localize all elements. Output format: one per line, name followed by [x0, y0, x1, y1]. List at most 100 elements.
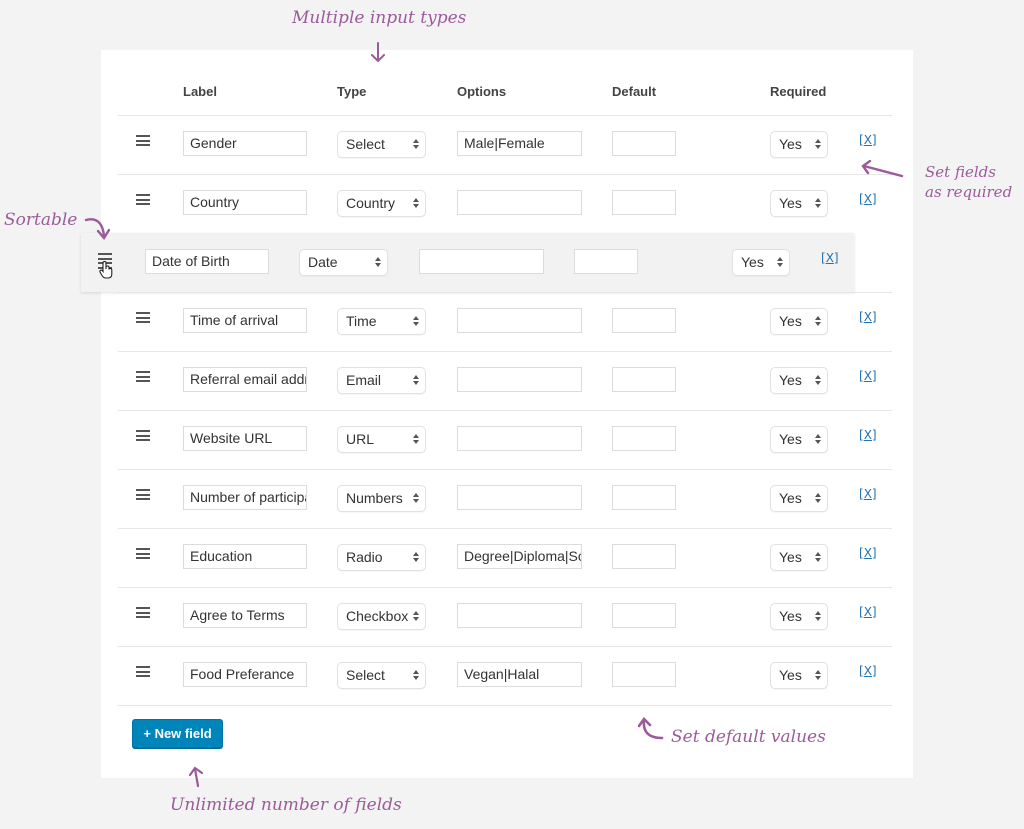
type-select[interactable]: Select	[337, 662, 426, 689]
select-arrows-icon	[413, 552, 419, 564]
default-input[interactable]	[612, 603, 676, 628]
type-select[interactable]: Date	[299, 249, 388, 276]
delete-field-link[interactable]: [X]	[859, 428, 877, 442]
type-select[interactable]: Numbers	[337, 485, 426, 512]
table-row: Education Radio Degree|Diploma|Some Yes [X]	[118, 528, 892, 586]
type-select[interactable]: Radio	[337, 544, 426, 571]
delete-field-link[interactable]: [X]	[859, 310, 877, 324]
delete-field-link[interactable]: [X]	[859, 605, 877, 619]
header-default: Default	[612, 84, 657, 99]
select-arrows-icon	[413, 670, 419, 682]
label-input[interactable]: Website URL	[183, 426, 307, 451]
drag-handle-icon[interactable]	[136, 312, 150, 323]
default-input[interactable]	[612, 485, 676, 510]
required-select[interactable]: Yes	[770, 662, 828, 689]
options-input[interactable]: Degree|Diploma|Some	[457, 544, 582, 569]
drag-handle-icon[interactable]	[136, 371, 150, 382]
drag-handle-icon[interactable]	[136, 489, 150, 500]
options-input[interactable]	[457, 485, 582, 510]
select-arrows-icon	[815, 198, 821, 210]
options-input[interactable]	[457, 308, 582, 333]
type-select[interactable]: Email	[337, 367, 426, 394]
select-arrows-icon	[413, 611, 419, 623]
header-label: Label	[183, 84, 217, 99]
default-input[interactable]	[612, 662, 676, 687]
label-input[interactable]: Gender	[183, 131, 307, 156]
table-row: Date of Birth Date Yes [X]	[80, 233, 854, 291]
type-select[interactable]: URL	[337, 426, 426, 453]
required-select[interactable]: Yes	[732, 249, 790, 276]
header-type: Type	[337, 84, 367, 99]
drag-handle-icon[interactable]	[136, 607, 150, 618]
row-divider	[118, 705, 892, 706]
arrow-down-icon	[371, 42, 385, 63]
label-input[interactable]: Time of arrival	[183, 308, 307, 333]
hand-cursor-icon	[99, 261, 113, 279]
default-input[interactable]	[612, 308, 676, 333]
arrow-left-icon	[861, 160, 904, 178]
annotation-input-types: Multiple input types	[292, 8, 467, 28]
default-input[interactable]	[612, 190, 676, 215]
delete-field-link[interactable]: [X]	[859, 133, 877, 147]
required-select[interactable]: Yes	[770, 190, 828, 217]
header-options: Options	[457, 84, 507, 99]
options-input[interactable]	[419, 249, 544, 274]
select-arrows-icon	[413, 316, 419, 328]
type-select[interactable]: Time	[337, 308, 426, 335]
select-arrows-icon	[815, 670, 821, 682]
required-select[interactable]: Yes	[770, 367, 828, 394]
arrow-up-icon	[189, 766, 204, 788]
table-row: Gender Select Male|Female Yes [X]	[118, 115, 892, 173]
delete-field-link[interactable]: [X]	[859, 664, 877, 678]
required-select[interactable]: Yes	[770, 308, 828, 335]
select-arrows-icon	[777, 257, 783, 269]
label-input[interactable]: Number of participants	[183, 485, 307, 510]
type-select[interactable]: Select	[337, 131, 426, 158]
options-input[interactable]	[457, 367, 582, 392]
default-input[interactable]	[574, 249, 638, 274]
select-arrows-icon	[815, 493, 821, 505]
annotation-default-values: Set default values	[671, 727, 826, 747]
select-arrows-icon	[815, 552, 821, 564]
drag-handle-icon[interactable]	[136, 548, 150, 559]
options-input[interactable]	[457, 426, 582, 451]
label-input[interactable]: Referral email address	[183, 367, 307, 392]
options-input[interactable]: Vegan|Halal	[457, 662, 582, 687]
curved-arrow-icon	[84, 218, 111, 241]
annotation-required: Set fields as required	[925, 163, 1013, 201]
delete-field-link[interactable]: [X]	[859, 369, 877, 383]
type-select[interactable]: Country	[337, 190, 426, 217]
drag-handle-icon[interactable]	[136, 666, 150, 677]
default-input[interactable]	[612, 544, 676, 569]
select-arrows-icon	[413, 434, 419, 446]
delete-field-link[interactable]: [X]	[821, 251, 839, 265]
default-input[interactable]	[612, 131, 676, 156]
required-select[interactable]: Yes	[770, 544, 828, 571]
drag-handle-icon[interactable]	[136, 430, 150, 441]
new-field-button[interactable]: + New field	[132, 719, 223, 748]
select-arrows-icon	[413, 139, 419, 151]
label-input[interactable]: Food Preferance	[183, 662, 307, 687]
default-input[interactable]	[612, 426, 676, 451]
required-select[interactable]: Yes	[770, 131, 828, 158]
options-input[interactable]	[457, 190, 582, 215]
table-row: Number of participants Numbers Yes [X]	[118, 469, 892, 527]
required-select[interactable]: Yes	[770, 603, 828, 630]
options-input[interactable]: Male|Female	[457, 131, 582, 156]
curved-arrow-up-icon	[638, 716, 664, 740]
delete-field-link[interactable]: [X]	[859, 192, 877, 206]
type-select[interactable]: Checkbox	[337, 603, 426, 630]
delete-field-link[interactable]: [X]	[859, 546, 877, 560]
default-input[interactable]	[612, 367, 676, 392]
drag-handle-icon[interactable]	[136, 135, 150, 146]
required-select[interactable]: Yes	[770, 485, 828, 512]
options-input[interactable]	[457, 603, 582, 628]
label-input[interactable]: Education	[183, 544, 307, 569]
required-select[interactable]: Yes	[770, 426, 828, 453]
label-input[interactable]: Agree to Terms	[183, 603, 307, 628]
table-row: Referral email address Email Yes [X]	[118, 351, 892, 409]
label-input[interactable]: Country	[183, 190, 307, 215]
drag-handle-icon[interactable]	[136, 194, 150, 205]
label-input[interactable]: Date of Birth	[145, 249, 269, 274]
delete-field-link[interactable]: [X]	[859, 487, 877, 501]
